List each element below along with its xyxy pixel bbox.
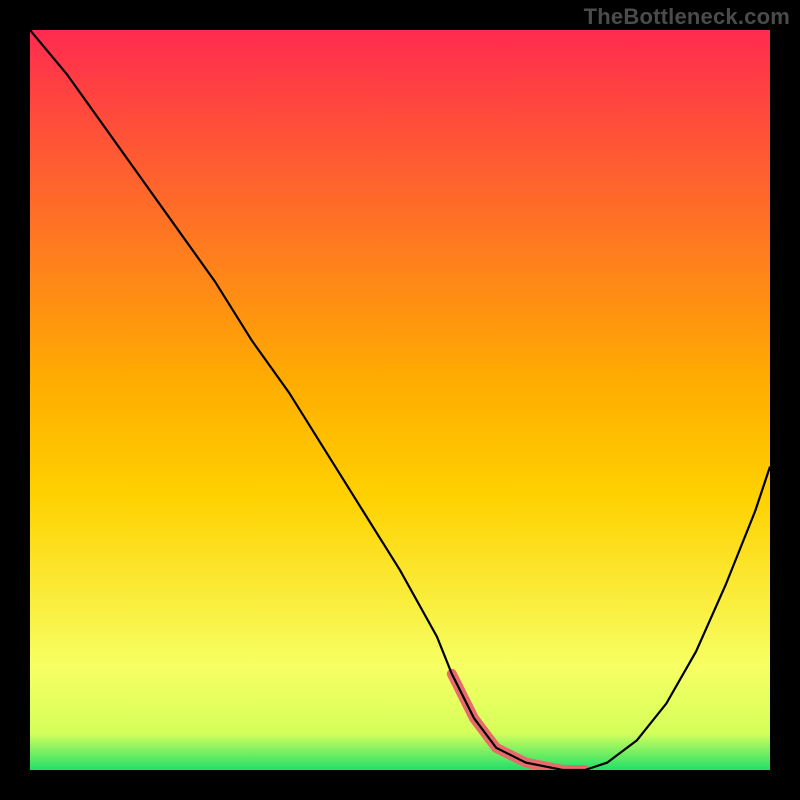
- gradient-background: [30, 30, 770, 770]
- bottleneck-chart: [30, 30, 770, 770]
- watermark-text: TheBottleneck.com: [584, 4, 790, 30]
- chart-area: [30, 30, 770, 770]
